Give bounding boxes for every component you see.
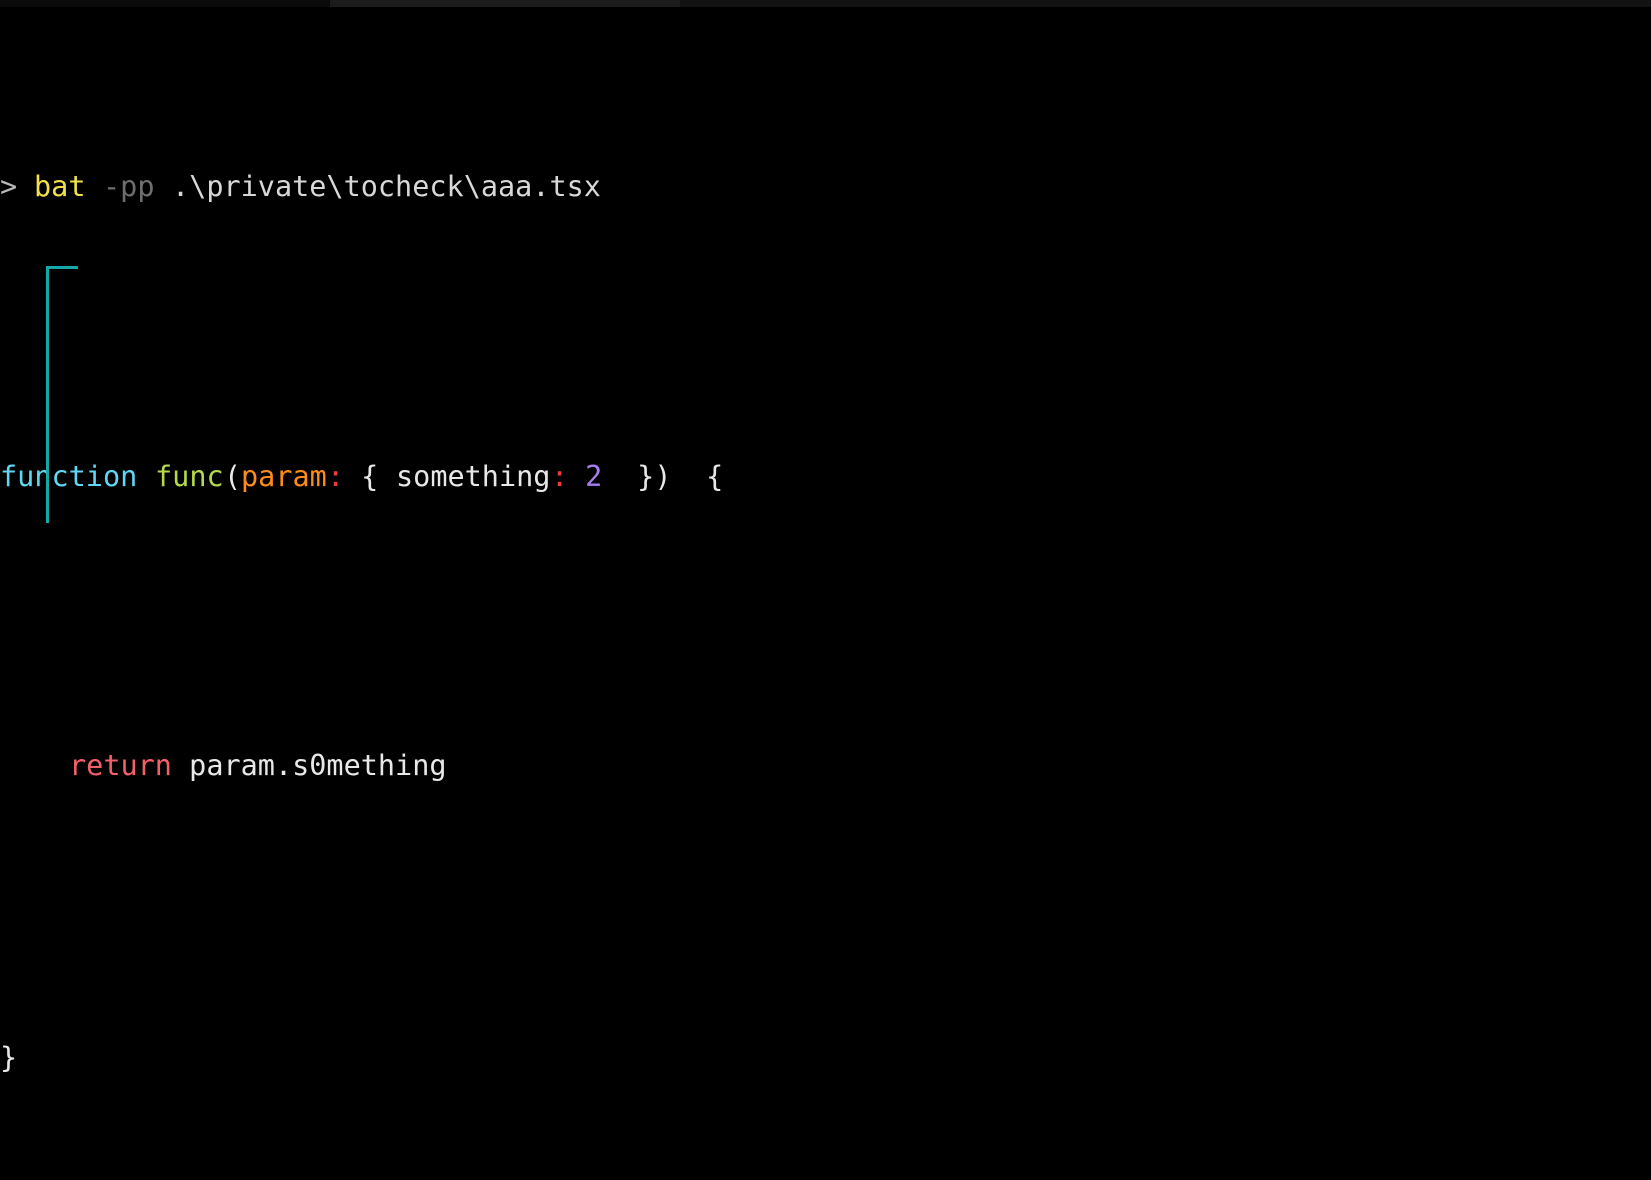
object-type-close: }): [620, 459, 672, 493]
param-type-colon: :: [327, 459, 345, 493]
object-property-colon: :: [551, 459, 569, 493]
function-close-brace: }: [0, 1040, 18, 1074]
bat-command-argument: .\private\tocheck\aaa.tsx: [172, 170, 601, 203]
terminal-line-function-signature: function func ( param : { something : 2 …: [0, 415, 1651, 493]
object-type-open: {: [344, 459, 396, 493]
param-identifier: param: [241, 459, 327, 493]
object-property-name: something: [396, 459, 551, 493]
keyword-function: function: [0, 459, 138, 493]
shell-prompt-symbol: >: [0, 170, 18, 203]
terminal-line-return-statement: return param.s0mething: [0, 663, 1651, 782]
terminal-line-ezno-command: > .\private\binaries\ezno-0-0-23-x86_64-…: [0, 1161, 1651, 1180]
function-identifier: func: [155, 459, 224, 493]
terminal-line-close-brace: }: [0, 913, 1651, 1074]
object-property-value: 2: [568, 459, 603, 493]
function-body-open-brace: {: [689, 459, 724, 493]
error-gutter-vertical-rule: [46, 268, 49, 523]
bat-command-name: bat: [34, 170, 86, 203]
error-gutter-corner-horizontal: [46, 266, 78, 269]
terminal-output[interactable]: > bat -pp .\private\tocheck\aaa.tsx func…: [0, 0, 1651, 1074]
keyword-return: return: [69, 749, 172, 782]
open-paren: (: [224, 459, 242, 493]
terminal-line-bat-command: > bat -pp .\private\tocheck\aaa.tsx: [0, 166, 1651, 208]
bat-command-flag: -pp: [103, 170, 155, 203]
return-expression: param.s0mething: [172, 749, 447, 782]
